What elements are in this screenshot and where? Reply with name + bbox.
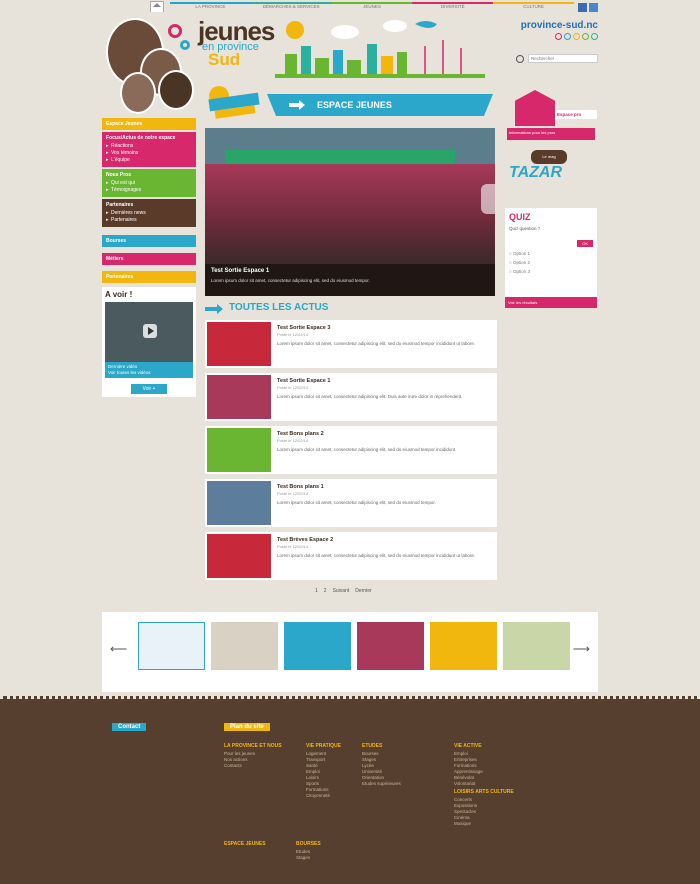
nav-item-province[interactable]: La Province bbox=[170, 2, 251, 12]
nav-item-demarches[interactable]: Démarches & services bbox=[250, 2, 332, 12]
search-box bbox=[516, 54, 598, 63]
slide-image bbox=[205, 164, 495, 264]
right-sidebar: Espace pro Informations pour les pros Le… bbox=[505, 90, 597, 308]
rss-icon[interactable] bbox=[588, 3, 598, 12]
page-2[interactable]: 2 bbox=[324, 588, 327, 594]
sidebar-link-partenaires[interactable]: Partenaires bbox=[102, 271, 196, 283]
footer-col-province: LA PROVINCE ET NOUS Pour les jeunes Nos … bbox=[224, 743, 282, 768]
a-voir-widget: A voir ! Dernière vidéo Voir toutes les … bbox=[102, 287, 196, 397]
search-input[interactable] bbox=[528, 54, 598, 63]
page-next[interactable]: Suivant bbox=[333, 588, 350, 594]
slide-caption: Test Sortie Espace 1 Lorem ipsum dolor s… bbox=[205, 264, 495, 296]
sidebar-link-bourses[interactable]: Bourses bbox=[102, 235, 196, 247]
home-icon[interactable] bbox=[150, 1, 164, 12]
sidebar-block-pros: Nous Pros Qui est quiTémoignages bbox=[102, 169, 196, 197]
pagination: 1 2 Suivant Dernier bbox=[315, 588, 372, 594]
news-thumbnail[interactable] bbox=[207, 375, 271, 419]
quiz-ok-button[interactable]: OK bbox=[577, 240, 593, 247]
news-item[interactable]: Test Sortie Espace 1 Posté le 12/02/14 L… bbox=[205, 373, 497, 421]
news-thumbnail[interactable] bbox=[207, 428, 271, 472]
social-icons bbox=[577, 3, 598, 12]
footer-col-vie-active: VIE ACTIVE Emploi Entreprises Formations… bbox=[454, 743, 514, 826]
voir-plus-button[interactable]: Voir + bbox=[131, 384, 167, 394]
header: jeunes en province Sud province-sud.nc bbox=[100, 12, 600, 114]
footer-col-etudes: ETUDES Bourses Stages Lycée Université O… bbox=[362, 743, 401, 786]
search-icon[interactable] bbox=[516, 54, 524, 63]
quiz-option[interactable]: ○ Option 1 bbox=[509, 249, 593, 258]
news-thumbnail[interactable] bbox=[207, 322, 271, 366]
news-item[interactable]: Test Brèves Espace 2 Posté le 12/02/14 L… bbox=[205, 532, 497, 580]
quiz-widget: QUIZ Quiz question ? OK ○ Option 1 ○ Opt… bbox=[505, 208, 597, 308]
carousel-item[interactable] bbox=[503, 622, 570, 670]
partners-carousel: ⟵ ⟶ bbox=[102, 612, 598, 692]
page-last[interactable]: Dernier bbox=[355, 588, 371, 594]
arrow-right-icon bbox=[289, 100, 305, 110]
footer-espace-jeunes: ESPACE JEUNES bbox=[224, 841, 266, 847]
espace-jeunes-banner: ESPACE JEUNES bbox=[267, 94, 493, 116]
carousel-prev-arrow[interactable]: ⟵ bbox=[110, 642, 127, 656]
carousel-item[interactable] bbox=[211, 622, 278, 670]
tazar-logo[interactable]: Le mag TAZAR bbox=[505, 150, 597, 190]
footer-contact-tag[interactable]: Contact bbox=[112, 723, 147, 731]
quiz-option[interactable]: ○ Option 2 bbox=[509, 258, 593, 267]
news-item[interactable]: Test Bons plans 2 Posté le 12/02/14 Lore… bbox=[205, 426, 497, 474]
top-nav: La Province Démarches & services Jeunes … bbox=[150, 0, 598, 12]
footer-plan-tag[interactable]: Plan du site bbox=[224, 723, 270, 731]
news-thumbnail[interactable] bbox=[207, 481, 271, 525]
footer-col-vie-pratique: VIE PRATIQUE Logement Transport Santé Em… bbox=[306, 743, 341, 798]
nav-item-diversite[interactable]: Diversité bbox=[412, 2, 494, 12]
carousel-item[interactable] bbox=[284, 622, 351, 670]
news-item[interactable]: Test Bons plans 1 Posté le 12/02/14 Lore… bbox=[205, 479, 497, 527]
sidebar-block-focus: Focus/Actus de notre espace RéactionsVos… bbox=[102, 132, 196, 167]
arrow-right-icon bbox=[205, 304, 223, 314]
featured-slider[interactable]: Test Sortie Espace 1 Lorem ipsum dolor s… bbox=[205, 128, 495, 296]
sidebar-espace-jeunes[interactable]: Espace Jeunes bbox=[102, 118, 196, 130]
news-item[interactable]: Test Sortie Espace 3 Posté le 12/02/14 L… bbox=[205, 320, 497, 368]
left-sidebar: Espace Jeunes Focus/Actus de notre espac… bbox=[102, 118, 196, 397]
site-logo[interactable]: jeunes en province Sud bbox=[198, 16, 275, 70]
play-icon[interactable] bbox=[143, 324, 157, 338]
youth-faces-illustration bbox=[106, 18, 196, 118]
city-scene-illustration bbox=[275, 20, 485, 78]
slider-next-arrow[interactable] bbox=[481, 184, 495, 214]
actus-heading: TOUTES LES ACTUS bbox=[205, 302, 328, 314]
nav-item-jeunes[interactable]: Jeunes bbox=[331, 2, 413, 12]
nav-item-culture[interactable]: Culture bbox=[493, 2, 574, 12]
carousel-next-arrow[interactable]: ⟶ bbox=[573, 642, 590, 656]
quiz-results-link[interactable]: Voir les résultats bbox=[505, 297, 597, 308]
province-sud-logo[interactable]: province-sud.nc bbox=[521, 20, 598, 40]
sidebar-block-partenaires: Partenaires Dernières newsPartenaires bbox=[102, 199, 196, 227]
footer: Contact Plan du site LA PROVINCE ET NOUS… bbox=[0, 696, 700, 884]
sidebar-link-metiers[interactable]: Métiers bbox=[102, 253, 196, 265]
house-icon bbox=[515, 90, 555, 126]
page-1[interactable]: 1 bbox=[315, 588, 318, 594]
carousel-item[interactable] bbox=[138, 622, 205, 670]
espace-jeunes-logo bbox=[208, 86, 260, 119]
video-player[interactable] bbox=[105, 302, 193, 362]
carousel-item[interactable] bbox=[430, 622, 497, 670]
quiz-option[interactable]: ○ Option 3 bbox=[509, 267, 593, 276]
footer-bourses: BOURSES Etudes Stages bbox=[296, 841, 321, 860]
page: La Province Démarches & services Jeunes … bbox=[0, 0, 700, 884]
espace-pro-widget[interactable]: Espace pro Informations pour les pros bbox=[505, 90, 597, 142]
news-list: Test Sortie Espace 3 Posté le 12/02/14 L… bbox=[205, 320, 497, 585]
facebook-icon[interactable] bbox=[577, 3, 587, 12]
carousel-item[interactable] bbox=[357, 622, 424, 670]
news-thumbnail[interactable] bbox=[207, 534, 271, 578]
